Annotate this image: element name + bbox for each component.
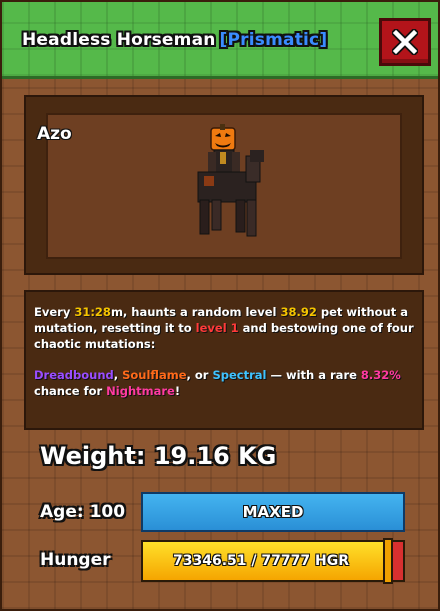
weight-readout: Weight: 19.16 KG bbox=[40, 442, 277, 470]
desc-segment: Every bbox=[34, 305, 75, 319]
age-status: MAXED bbox=[242, 503, 304, 521]
desc-segment: 38.92 bbox=[280, 305, 317, 319]
hunger-value: 73346.51 / 77777 HGR bbox=[173, 553, 349, 569]
pet-info-panel: Headless Horseman [Prismatic] Azo Every … bbox=[0, 0, 440, 611]
ability-text-main: Every 31:28m, haunts a random level 38.9… bbox=[34, 304, 414, 352]
desc-segment: , bbox=[113, 368, 123, 382]
desc-segment: 31:28 bbox=[74, 305, 111, 319]
ability-description: Every 31:28m, haunts a random level 38.9… bbox=[24, 290, 424, 430]
desc-segment: chance for bbox=[34, 384, 107, 398]
pet-title: Headless Horseman [Prismatic] bbox=[22, 30, 327, 50]
desc-segment: m, haunts a random level bbox=[110, 305, 281, 319]
desc-segment: 8.32% bbox=[360, 368, 401, 382]
pet-species-name: Headless Horseman bbox=[22, 30, 216, 50]
pet-nickname: Azo bbox=[37, 124, 72, 144]
desc-segment: , or bbox=[186, 368, 213, 382]
desc-segment: ! bbox=[174, 384, 181, 398]
desc-segment: Dreadbound bbox=[34, 368, 114, 382]
panel-header: Headless Horseman [Prismatic] bbox=[2, 2, 438, 79]
hunger-bar: 73346.51 / 77777 HGR bbox=[141, 538, 405, 584]
age-label: Age: 100 bbox=[40, 502, 126, 522]
hunger-label: Hunger bbox=[40, 550, 111, 570]
hunger-bar-marker bbox=[383, 538, 393, 584]
desc-segment: Soulflame bbox=[122, 368, 187, 382]
desc-segment: Spectral bbox=[212, 368, 267, 382]
desc-segment: — with a rare bbox=[266, 368, 361, 382]
rarity-tag: [Prismatic] bbox=[219, 30, 328, 50]
ability-text-mutations: Dreadbound, Soulflame, or Spectral — wit… bbox=[34, 367, 414, 399]
desc-segment: Nightmare bbox=[106, 384, 175, 398]
close-icon bbox=[392, 29, 418, 55]
headless-horseman-model bbox=[197, 124, 264, 237]
desc-segment: level 1 bbox=[195, 321, 239, 335]
age-bar: MAXED bbox=[141, 492, 405, 532]
close-button[interactable] bbox=[379, 18, 431, 66]
